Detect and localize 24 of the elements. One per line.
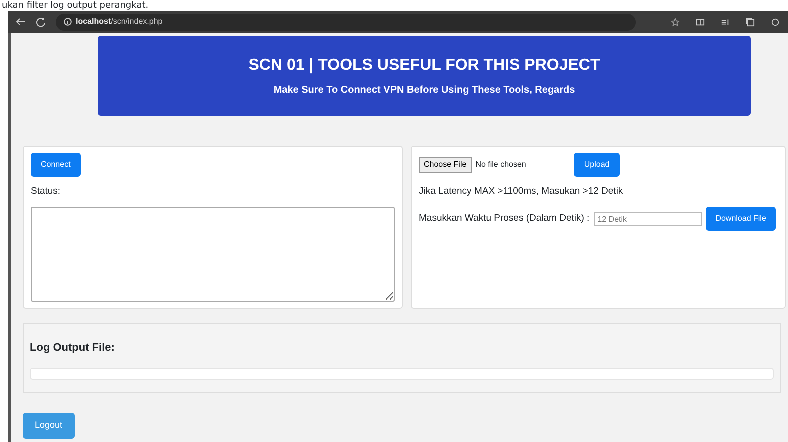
- latency-note: Jika Latency MAX >1100ms, Masukan >12 Detik: [419, 185, 624, 199]
- download-button[interactable]: Download File: [706, 207, 776, 232]
- header-title: SCN 01 | TOOLS USEFUL FOR THIS PROJECT: [248, 56, 602, 76]
- time-input-field[interactable]: 12 Detik: [594, 212, 702, 226]
- url-text: localhost/scn/index.php: [76, 16, 163, 28]
- extension-icon[interactable]: [771, 18, 780, 26]
- file-status-text: No file chosen: [476, 159, 526, 171]
- log-title: Log Output File:: [30, 342, 116, 356]
- logout-button[interactable]: Logout: [23, 413, 75, 438]
- collections-icon[interactable]: [746, 18, 755, 26]
- connect-button[interactable]: Connect: [31, 153, 81, 177]
- time-label: Masukkan Waktu Proses (Dalam Detik) :: [419, 212, 590, 226]
- favorites-icon[interactable]: [721, 18, 730, 26]
- header-subtitle: Make Sure To Connect VPN Before Using These Tools, Regards: [272, 84, 576, 98]
- status-label: Status:: [31, 185, 62, 199]
- back-icon[interactable]: [16, 17, 26, 27]
- star-icon[interactable]: [671, 18, 680, 26]
- address-bar[interactable]: localhost/scn/index.php: [56, 14, 636, 30]
- upload-button[interactable]: Upload: [574, 153, 620, 177]
- info-icon: [64, 18, 72, 26]
- caption-text: ukan filter log output perangkat.: [2, 1, 149, 12]
- reload-icon[interactable]: [36, 17, 46, 27]
- choose-file-button[interactable]: Choose File: [419, 157, 472, 173]
- split-view-icon[interactable]: [696, 18, 705, 26]
